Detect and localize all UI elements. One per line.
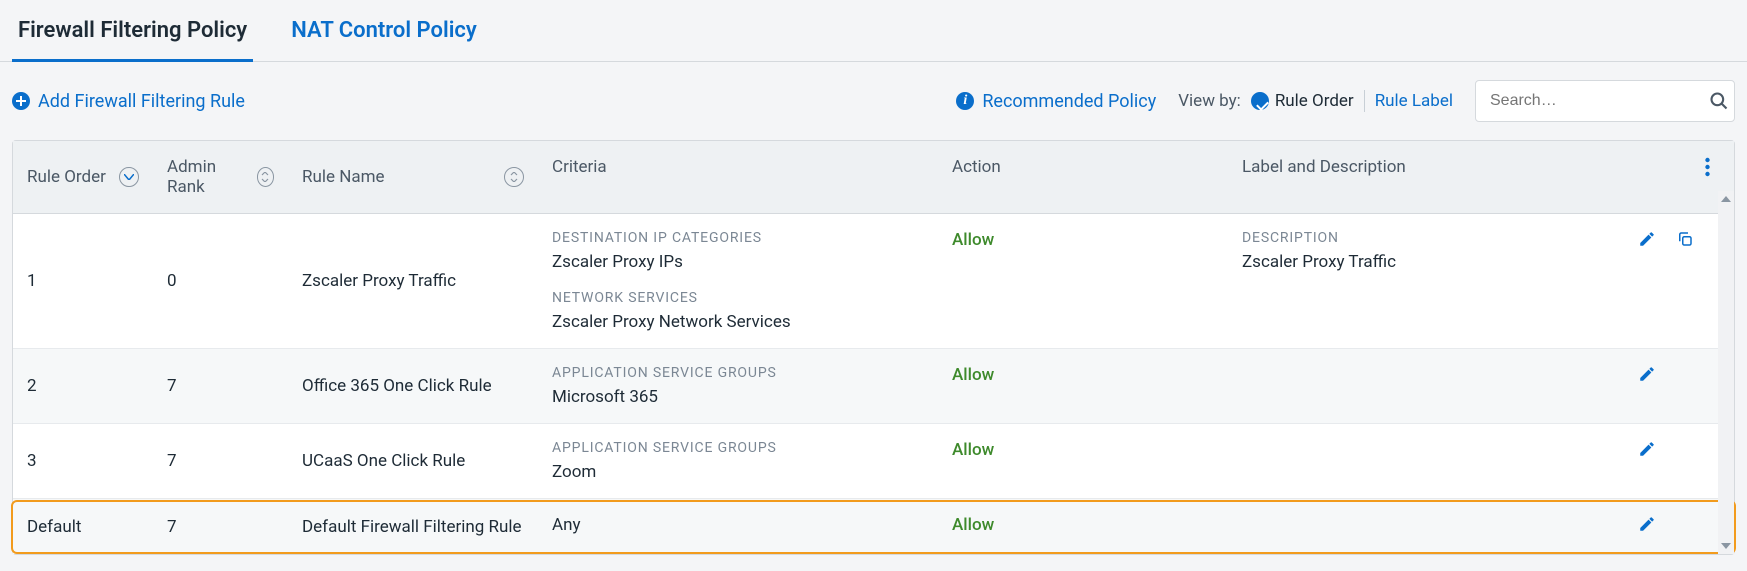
table-settings-kebab-icon[interactable] (1695, 157, 1720, 182)
criteria-value: Zscaler Proxy Network Services (552, 312, 924, 332)
cell-admin-rank: 7 (153, 424, 288, 498)
cell-rule-order: Default (13, 499, 153, 554)
cell-label-description (1228, 349, 1624, 423)
cell-admin-rank: 7 (153, 499, 288, 554)
radio-checked-icon (1251, 92, 1269, 110)
criteria-label: APPLICATION SERVICE GROUPS (552, 440, 924, 456)
cell-rule-name: Zscaler Proxy Traffic (288, 214, 538, 348)
cell-admin-rank: 0 (153, 214, 288, 348)
cell-action: Allow (938, 424, 1228, 498)
plus-circle-icon (12, 92, 30, 110)
cell-admin-rank: 7 (153, 349, 288, 423)
table-row: 37UCaaS One Click RuleAPPLICATION SERVIC… (13, 424, 1734, 499)
sort-admin-rank-icon[interactable] (257, 167, 274, 187)
cell-action: Allow (938, 349, 1228, 423)
search-box[interactable] (1475, 80, 1735, 122)
cell-criteria: DESTINATION IP CATEGORIES Zscaler Proxy I… (538, 214, 938, 348)
info-circle-icon: i (956, 92, 974, 110)
vertical-scrollbar[interactable] (1718, 191, 1734, 554)
copy-rule-icon[interactable] (1676, 230, 1694, 253)
cell-criteria: APPLICATION SERVICE GROUPS Microsoft 365 (538, 349, 938, 423)
cell-rule-name: Default Firewall Filtering Rule (288, 499, 538, 554)
criteria-label: DESTINATION IP CATEGORIES (552, 230, 924, 246)
view-by-rule-label-label: Rule Label (1375, 91, 1453, 111)
tab-firewall-filtering[interactable]: Firewall Filtering Policy (12, 0, 253, 61)
cell-rule-order: 3 (13, 424, 153, 498)
toolbar: Add Firewall Filtering Rule i Recommende… (0, 62, 1747, 140)
recommended-policy-label: Recommended Policy (982, 91, 1156, 112)
cell-rule-order: 2 (13, 349, 153, 423)
criteria-label: NETWORK SERVICES (552, 290, 924, 306)
tabs-bar: Firewall Filtering Policy NAT Control Po… (0, 0, 1747, 62)
scroll-up-arrow-icon[interactable] (1718, 191, 1734, 207)
description-label: DESCRIPTION (1242, 230, 1610, 246)
table-header-row: Rule Order Admin Rank Rule Name Criteria… (13, 141, 1734, 214)
tab-nat-control[interactable]: NAT Control Policy (285, 0, 483, 61)
criteria-value: Zoom (552, 462, 924, 482)
criteria-label: APPLICATION SERVICE GROUPS (552, 365, 924, 381)
cell-label-description (1228, 499, 1624, 554)
cell-action: Allow (938, 499, 1228, 554)
edit-rule-icon[interactable] (1638, 515, 1656, 538)
action-allow: Allow (952, 230, 994, 250)
table-row: 10Zscaler Proxy TrafficDESTINATION IP CA… (13, 214, 1734, 349)
action-allow: Allow (952, 365, 994, 385)
add-firewall-rule-button[interactable]: Add Firewall Filtering Rule (12, 91, 245, 112)
search-icon (1709, 91, 1729, 111)
cell-rule-order: 1 (13, 214, 153, 348)
pipe-divider (1364, 90, 1365, 112)
header-rule-order[interactable]: Rule Order (27, 167, 106, 187)
table-body: 10Zscaler Proxy TrafficDESTINATION IP CA… (13, 214, 1734, 554)
header-label-description: Label and Description (1242, 157, 1406, 177)
edit-rule-icon[interactable] (1638, 440, 1656, 463)
edit-rule-icon[interactable] (1638, 365, 1656, 388)
sort-rule-order-icon[interactable] (119, 167, 139, 187)
recommended-policy-link[interactable]: i Recommended Policy (956, 91, 1156, 112)
action-allow: Allow (952, 515, 994, 535)
criteria-value: Zscaler Proxy IPs (552, 252, 924, 272)
scroll-down-arrow-icon[interactable] (1718, 538, 1734, 554)
description-value: Zscaler Proxy Traffic (1242, 252, 1610, 272)
view-by-group: View by: Rule Order Rule Label (1178, 90, 1453, 112)
view-by-rule-label-radio[interactable]: Rule Label (1375, 91, 1453, 111)
cell-rule-name: Office 365 One Click Rule (288, 349, 538, 423)
criteria-value: Any (552, 515, 924, 535)
cell-label-description: DESCRIPTION Zscaler Proxy Traffic (1228, 214, 1624, 348)
cell-action: Allow (938, 214, 1228, 348)
search-input[interactable] (1488, 91, 1699, 111)
edit-rule-icon[interactable] (1638, 230, 1656, 253)
header-action: Action (952, 157, 1001, 177)
tab-nat-control-label: NAT Control Policy (291, 18, 477, 43)
view-by-label: View by: (1178, 91, 1241, 111)
table-row: 27Office 365 One Click RuleAPPLICATION S… (13, 349, 1734, 424)
header-admin-rank[interactable]: Admin Rank (167, 157, 245, 197)
action-allow: Allow (952, 440, 994, 460)
table-row: Default7Default Firewall Filtering Rule A… (13, 499, 1734, 554)
rules-table: Rule Order Admin Rank Rule Name Criteria… (12, 140, 1735, 555)
add-firewall-rule-label: Add Firewall Filtering Rule (38, 91, 245, 112)
cell-label-description (1228, 424, 1624, 498)
cell-rule-name: UCaaS One Click Rule (288, 424, 538, 498)
cell-criteria: APPLICATION SERVICE GROUPS Zoom (538, 424, 938, 498)
view-by-rule-order-label: Rule Order (1275, 91, 1354, 111)
view-by-rule-order-radio[interactable]: Rule Order (1251, 91, 1354, 111)
cell-criteria: Any (538, 499, 938, 554)
criteria-value: Microsoft 365 (552, 387, 924, 407)
header-rule-name[interactable]: Rule Name (302, 167, 385, 187)
sort-rule-name-icon[interactable] (504, 167, 524, 187)
tab-firewall-filtering-label: Firewall Filtering Policy (18, 18, 247, 43)
header-criteria: Criteria (552, 157, 607, 177)
